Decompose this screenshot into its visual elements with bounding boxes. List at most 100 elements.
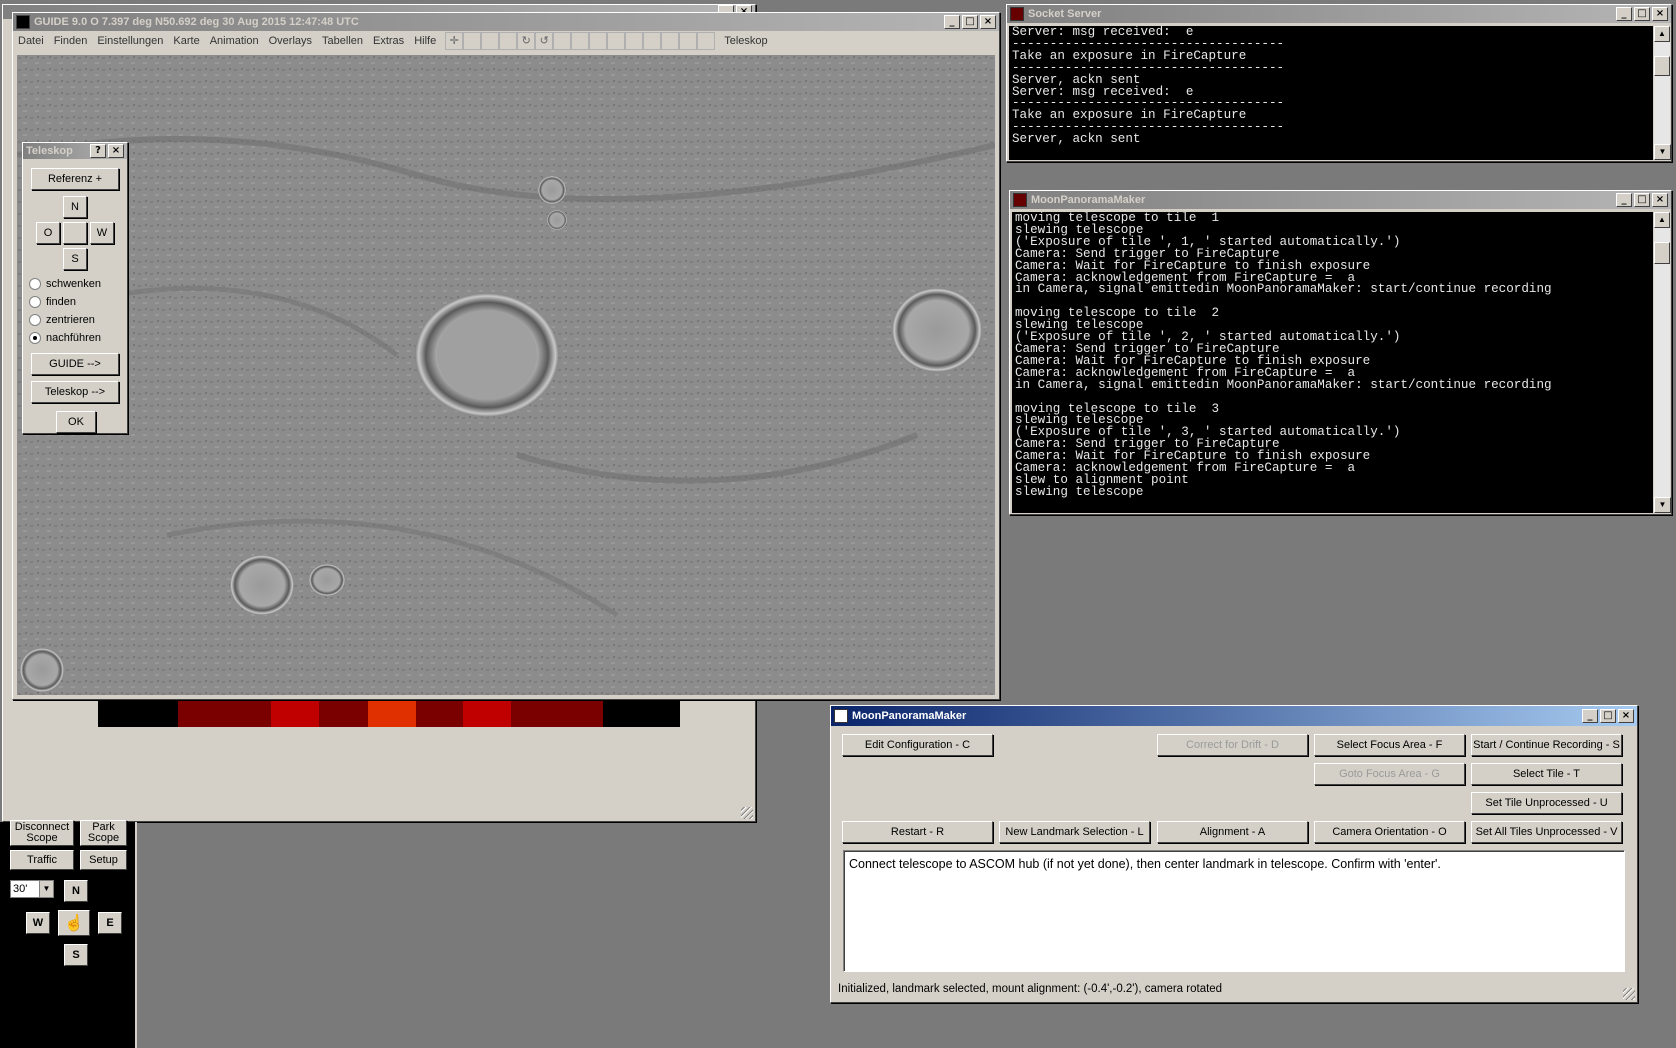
radio-icon[interactable] — [29, 314, 41, 326]
resize-grip-icon[interactable] — [1623, 988, 1635, 1000]
toolbar-button-icon[interactable] — [679, 32, 698, 50]
socket-server-titlebar[interactable]: Socket Server _ □ × — [1007, 5, 1671, 23]
maximize-icon[interactable]: □ — [1634, 193, 1650, 207]
zoom-select[interactable]: 30' ▼ — [10, 880, 54, 898]
maximize-icon[interactable]: □ — [1600, 709, 1616, 723]
north-button[interactable]: N — [64, 880, 88, 902]
crosshair-icon[interactable]: ✛ — [445, 32, 464, 50]
teleskop-button[interactable]: Teleskop --> — [31, 381, 119, 403]
pointer-icon[interactable]: ☝ — [58, 910, 90, 936]
minimize-icon[interactable]: _ — [1616, 7, 1632, 21]
east-button[interactable]: E — [98, 912, 122, 934]
north-button[interactable]: N — [63, 196, 87, 218]
close-icon[interactable]: × — [1652, 193, 1668, 207]
scroll-down-icon[interactable]: ▼ — [1654, 144, 1671, 160]
chevron-down-icon[interactable]: ▼ — [39, 881, 53, 897]
toolbar-teleskop-label[interactable]: Teleskop — [719, 35, 772, 47]
maximize-icon[interactable]: □ — [1634, 7, 1650, 21]
rotate-icon[interactable]: ↻ — [517, 32, 536, 50]
menu-tabellen[interactable]: Tabellen — [317, 35, 368, 47]
toolbar-button-icon[interactable] — [481, 32, 500, 50]
setup-button[interactable]: Setup — [80, 850, 127, 870]
menu-extras[interactable]: Extras — [368, 35, 409, 47]
menu-hilfe[interactable]: Hilfe — [409, 35, 441, 47]
toolbar-button-icon[interactable] — [661, 32, 680, 50]
menu-animation[interactable]: Animation — [205, 35, 264, 47]
traffic-button[interactable]: Traffic — [10, 850, 74, 870]
close-icon[interactable]: × — [1618, 709, 1634, 723]
alignment-button[interactable]: Alignment - A — [1157, 821, 1308, 843]
toolbar-button-icon[interactable] — [643, 32, 662, 50]
toolbar-button-icon[interactable] — [463, 32, 482, 50]
select-tile-button[interactable]: Select Tile - T — [1471, 763, 1622, 785]
scroll-up-icon[interactable]: ▲ — [1654, 212, 1670, 228]
status-bar: Initialized, landmark selected, mount al… — [838, 983, 1223, 995]
menu-datei[interactable]: Datei — [13, 35, 49, 47]
console-app-icon — [1013, 193, 1027, 207]
console-line: in Camera, signal emittedin MoonPanorama… — [1015, 377, 1552, 392]
start-recording-button[interactable]: Start / Continue Recording - S — [1471, 734, 1622, 756]
east-o-button[interactable]: O — [36, 222, 60, 244]
menu-einstellungen[interactable]: Einstellungen — [92, 35, 168, 47]
lunar-image[interactable] — [17, 55, 995, 695]
radio-icon[interactable] — [29, 278, 41, 290]
guide-titlebar[interactable]: GUIDE 9.0 O 7.397 deg N50.692 deg 30 Aug… — [13, 13, 999, 31]
message-box[interactable]: Connect telescope to ASCOM hub (if not y… — [843, 850, 1625, 972]
south-button[interactable]: S — [63, 248, 87, 270]
set-all-tiles-unprocessed-button[interactable]: Set All Tiles Unprocessed - V — [1471, 821, 1622, 843]
maximize-icon[interactable]: □ — [962, 15, 978, 29]
help-icon[interactable]: ? — [90, 144, 106, 158]
menu-finden[interactable]: Finden — [49, 35, 93, 47]
set-tile-unprocessed-button[interactable]: Set Tile Unprocessed - U — [1471, 792, 1622, 814]
toolbar-button-icon[interactable] — [697, 32, 716, 50]
west-button[interactable]: W — [90, 222, 114, 244]
new-landmark-button[interactable]: New Landmark Selection - L — [999, 821, 1150, 843]
toolbar-button-icon[interactable] — [625, 32, 644, 50]
mode-zentrieren[interactable]: zentrieren — [29, 314, 95, 326]
park-scope-button[interactable]: Park Scope — [80, 820, 127, 846]
minimize-icon[interactable]: _ — [1582, 709, 1598, 723]
scrollbar-thumb[interactable] — [1654, 56, 1670, 76]
south-button[interactable]: S — [64, 944, 88, 966]
edit-configuration-button[interactable]: Edit Configuration - C — [842, 734, 993, 756]
toolbar-button-icon[interactable] — [607, 32, 626, 50]
camera-orientation-button[interactable]: Camera Orientation - O — [1314, 821, 1465, 843]
guide-window: GUIDE 9.0 O 7.397 deg N50.692 deg 30 Aug… — [12, 12, 1000, 700]
select-focus-area-button[interactable]: Select Focus Area - F — [1314, 734, 1465, 756]
toolbar-button-icon[interactable] — [589, 32, 608, 50]
center-button[interactable] — [63, 222, 87, 244]
guide-button[interactable]: GUIDE --> — [31, 353, 119, 375]
correct-drift-button[interactable]: Correct for Drift - D — [1157, 734, 1308, 756]
minimize-icon[interactable]: _ — [944, 15, 960, 29]
minimize-icon[interactable]: _ — [1616, 193, 1632, 207]
menu-overlays[interactable]: Overlays — [264, 35, 317, 47]
restart-button[interactable]: Restart - R — [842, 821, 993, 843]
mode-nachfuehren[interactable]: nachführen — [29, 332, 101, 344]
close-icon[interactable]: × — [980, 15, 996, 29]
radio-icon[interactable] — [29, 332, 41, 344]
mpm-console-scrollbar[interactable]: ▲ ▼ — [1653, 212, 1671, 513]
socket-server-scrollbar[interactable]: ▲ ▼ — [1653, 26, 1671, 160]
mode-schwenken[interactable]: schwenken — [29, 278, 101, 290]
mpm-gui-titlebar[interactable]: MoonPanoramaMaker _ □ × — [831, 706, 1637, 726]
scrollbar-thumb[interactable] — [1654, 242, 1670, 264]
mode-finden[interactable]: finden — [29, 296, 76, 308]
toolbar-button-icon[interactable] — [553, 32, 572, 50]
west-button[interactable]: W — [26, 912, 50, 934]
teleskop-titlebar[interactable]: Teleskop ? × — [23, 143, 127, 159]
scroll-up-icon[interactable]: ▲ — [1654, 26, 1670, 42]
disconnect-scope-button[interactable]: Disconnect Scope — [10, 820, 74, 846]
resize-grip-icon[interactable] — [741, 807, 753, 819]
close-icon[interactable]: × — [108, 144, 124, 158]
goto-focus-area-button[interactable]: Goto Focus Area - G — [1314, 763, 1465, 785]
mpm-console-titlebar[interactable]: MoonPanoramaMaker _ □ × — [1010, 191, 1671, 209]
scroll-down-icon[interactable]: ▼ — [1654, 497, 1671, 513]
ok-button[interactable]: OK — [56, 411, 96, 433]
rotate-ccw-icon[interactable]: ↺ — [535, 32, 554, 50]
close-icon[interactable]: × — [1652, 7, 1668, 21]
toolbar-button-icon[interactable] — [571, 32, 590, 50]
toolbar-button-icon[interactable] — [499, 32, 518, 50]
radio-icon[interactable] — [29, 296, 41, 308]
menu-karte[interactable]: Karte — [168, 35, 204, 47]
referenz-button[interactable]: Referenz + — [31, 168, 119, 190]
